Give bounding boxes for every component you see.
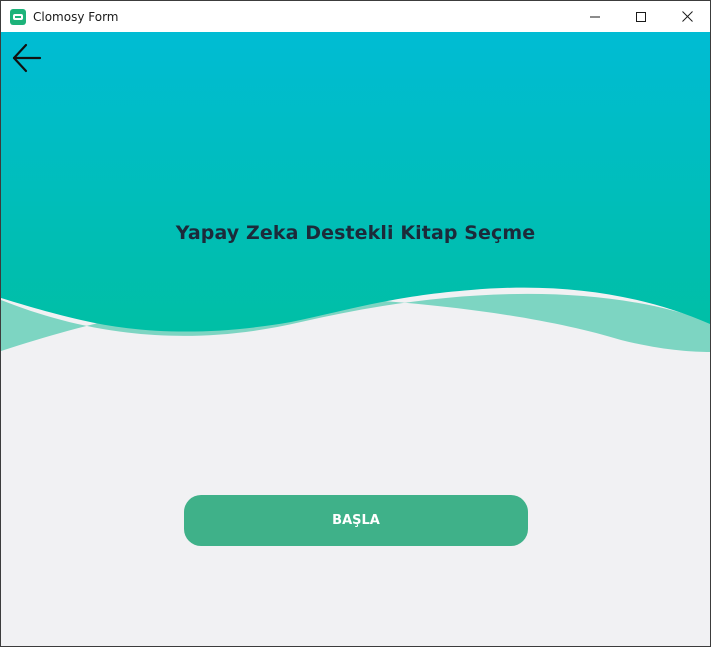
app-icon xyxy=(10,8,26,25)
close-button[interactable] xyxy=(664,1,710,32)
window-controls xyxy=(572,1,710,32)
form-content: Yapay Zeka Destekli Kitap Seçme BAŞLA xyxy=(1,32,710,646)
arrow-left-icon xyxy=(12,43,42,73)
maximize-button[interactable] xyxy=(618,1,664,32)
start-button[interactable]: BAŞLA xyxy=(184,495,528,546)
close-icon xyxy=(681,11,693,22)
app-window: Clomosy Form Yapay Zeka Destekli Kitap S… xyxy=(0,0,711,647)
header-wave-background xyxy=(1,32,710,352)
back-button[interactable] xyxy=(9,40,45,76)
maximize-icon xyxy=(636,11,646,22)
minimize-icon xyxy=(590,16,600,17)
title-bar[interactable]: Clomosy Form xyxy=(1,1,710,32)
window-title: Clomosy Form xyxy=(33,9,119,24)
minimize-button[interactable] xyxy=(572,1,618,32)
page-title: Yapay Zeka Destekli Kitap Seçme xyxy=(175,222,536,244)
